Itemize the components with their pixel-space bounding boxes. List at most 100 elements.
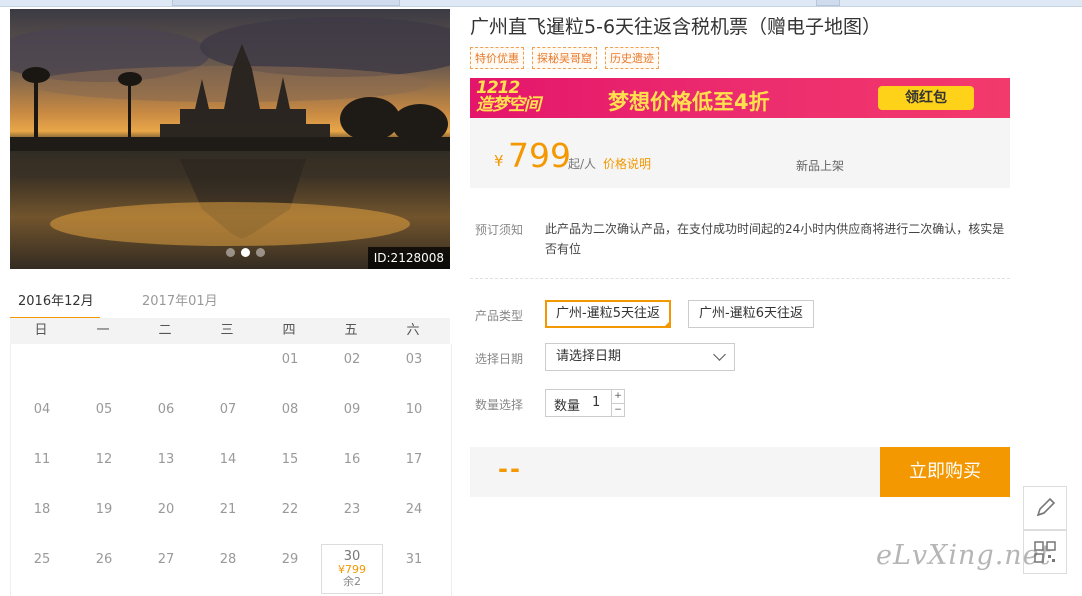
calendar-day: 04 [11,394,73,444]
calendar-day: 08 [259,394,321,444]
calendar-weekday-header: 日 一 二 三 四 五 六 [10,318,450,344]
date-select-value: 请选择日期 [556,349,622,364]
calendar-day: 19 [73,494,135,544]
weekday-label: 日 [34,323,48,338]
weekday-label: 六 [406,323,420,338]
calendar-day: 02 [321,344,383,394]
product-type-option-label: 广州-暹粒5天往返 [556,306,660,321]
tab-month-current[interactable]: 2016年12月 [18,290,94,309]
promo-slogan: 梦想价格低至4折 [608,90,770,114]
calendar-day-number: 07 [219,402,237,417]
promo-banner[interactable]: 1212 造梦空间 梦想价格低至4折 领红包 [470,78,1010,118]
calendar-day: 14 [197,444,259,494]
calendar-day-number: 02 [343,352,361,367]
calendar-day: 22 [259,494,321,544]
calendar-day: 25 [11,544,73,594]
calendar-day-number: 26 [95,552,113,567]
quantity-decrement-button[interactable]: − [612,404,624,417]
calendar-day-number: 20 [157,502,175,517]
site-watermark: eLvXing.net [876,540,1052,571]
calendar-day: 26 [73,544,135,594]
calendar-day-number: 17 [405,452,423,467]
calendar-day-number: 22 [281,502,299,517]
browser-button-edge [816,0,840,6]
calendar-day: 15 [259,444,321,494]
section-divider [470,278,1010,279]
calendar-day-number: 27 [157,552,175,567]
product-title: 广州直飞暹粒5-6天往返含税机票（赠电子地图） [470,16,882,38]
quantity-prefix: 数量 [554,399,581,414]
buy-now-button[interactable]: 立即购买 [880,447,1010,497]
calendar-day-number: 23 [343,502,361,517]
price-explain-link[interactable]: 价格说明 [603,155,651,172]
calendar-day: 01 [259,344,321,394]
calendar-day-number: 31 [405,552,423,567]
product-id-badge: ID:2128008 [367,247,450,269]
total-price: -- [498,455,522,483]
product-type-option-selected[interactable]: 广州-暹粒5天往返 [545,300,671,328]
purchase-bar: -- 立即购买 [470,447,1010,497]
promo-logo-line2: 造梦空间 [476,95,541,115]
tag-badge: 历史遗迹 [605,47,659,69]
product-type-option[interactable]: 广州-暹粒6天往返 [688,300,814,328]
calendar-day-number: 16 [343,452,361,467]
calendar-day-number: 15 [281,452,299,467]
calendar-day: 03 [383,344,445,394]
quantity-stepper[interactable]: 数量 1 + − [545,389,625,417]
tab-month-next[interactable]: 2017年01月 [142,290,218,309]
weekday-label: 四 [282,323,296,338]
calendar-day: 21 [197,494,259,544]
calendar-day: 31 [383,544,445,594]
calendar-day: 24 [383,494,445,544]
weekday-label: 三 [220,323,234,338]
calendar-day-number: 11 [33,452,51,467]
tag-badge: 特价优惠 [470,47,524,69]
carousel-dot[interactable] [226,248,235,257]
browser-tab-edge [172,0,400,6]
calendar-day-stock: 余2 [343,575,361,588]
calendar-day-available[interactable]: 30 ¥799 余2 [321,544,383,594]
browser-top-strip [0,0,1082,7]
price-value: 799 [508,136,571,175]
calendar-grid: 01 02 03 04 05 06 07 08 09 10 11 12 13 14 15 16 17 18 19 20… [10,344,452,596]
quantity-increment-button[interactable]: + [612,390,624,404]
promo-logo: 1212 造梦空间 [476,80,541,115]
product-status: 新品上架 [796,159,845,173]
calendar-day: 18 [11,494,73,544]
quantity-value[interactable]: 1 [592,395,600,410]
calendar-day: 07 [197,394,259,444]
angkor-wat-illustration [10,17,450,269]
calendar-day: 23 [321,494,383,544]
calendar-day: 16 [321,444,383,494]
calendar-day: 27 [135,544,197,594]
calendar-day: 05 [73,394,135,444]
weekday-label: 一 [96,323,110,338]
calendar-day-number: 18 [33,502,51,517]
calendar-day-number: 19 [95,502,113,517]
product-type-label: 产品类型 [475,309,524,323]
calendar-day: 13 [135,444,197,494]
calendar-day: 20 [135,494,197,544]
selected-check-corner-icon [662,320,671,328]
carousel-dot-active[interactable] [241,248,250,257]
date-select-dropdown[interactable]: 请选择日期 [545,343,735,371]
calendar-day-number: 04 [33,402,51,417]
weekday-label: 二 [158,323,172,338]
calendar-day-number: 14 [219,452,237,467]
calendar-day-number: 06 [157,402,175,417]
red-packet-button[interactable]: 领红包 [878,86,974,110]
feedback-tool[interactable] [1023,486,1067,530]
quantity-stepper-buttons: + − [611,390,624,416]
edit-icon [1036,497,1056,517]
calendar-day-number: 05 [95,402,113,417]
carousel-dot[interactable] [256,248,265,257]
calendar-day: 09 [321,394,383,444]
calendar-day-number: 01 [281,352,299,367]
calendar-day: 11 [11,444,73,494]
product-hero-image[interactable]: ID:2128008 [10,9,450,269]
price-panel: ¥ 799 起/人 价格说明 新品上架 [470,118,1010,188]
calendar-day-number: 13 [157,452,175,467]
calendar-day: 28 [197,544,259,594]
calendar-day-number: 28 [219,552,237,567]
calendar-day: 10 [383,394,445,444]
